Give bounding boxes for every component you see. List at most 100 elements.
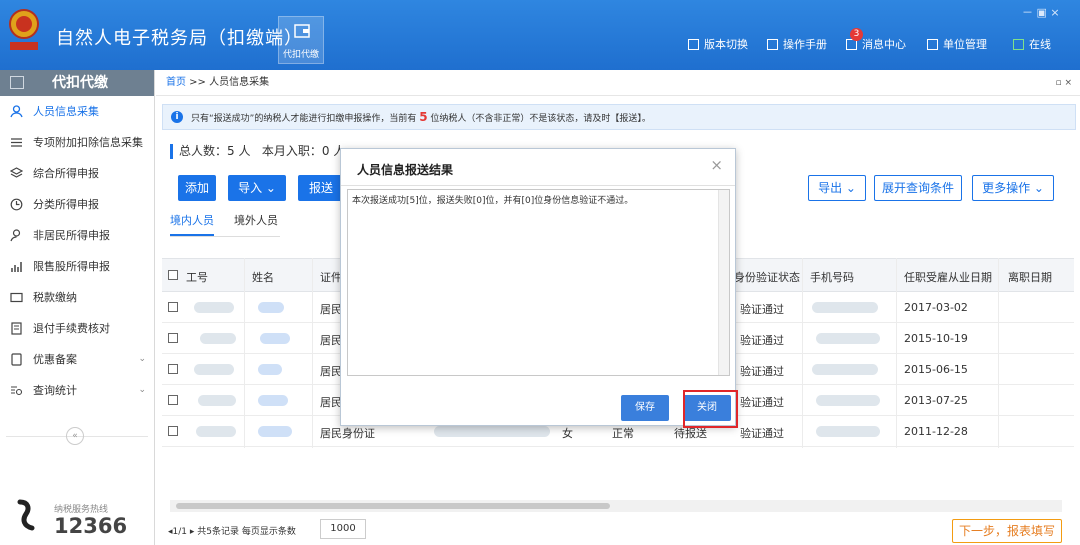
tab-overseas[interactable]: 境外人员	[234, 212, 278, 234]
window-controls[interactable]: － ▣ ×	[1022, 4, 1060, 20]
row-checkbox[interactable]	[168, 302, 178, 312]
notice-bar: i 只有“报送成功”的纳税人才能进行扣缴申报操作，当前有 5 位纳税人（不含非正…	[162, 104, 1076, 130]
bar-chart-icon	[11, 262, 22, 272]
add-button[interactable]: 添加	[178, 175, 216, 201]
wallet-icon	[10, 292, 23, 303]
stats-new-hires: 本月入职：0 人	[261, 144, 346, 158]
next-step-button[interactable]: 下一步，报表填写	[952, 519, 1062, 543]
sidebar-item-classified[interactable]: 分类所得申报	[0, 189, 154, 220]
hire-date: 2015-10-19	[904, 332, 968, 345]
horizontal-scrollbar[interactable]	[170, 500, 1062, 512]
phone-icon	[17, 499, 35, 531]
hire-date: 2013-07-25	[904, 394, 968, 407]
result-textarea[interactable]: 本次报送成功[5]位，报送失败[0]位，并有[0]位身份信息验证不通过。	[347, 189, 730, 376]
scrollbar-thumb[interactable]	[176, 503, 610, 509]
book-icon	[767, 39, 778, 50]
unit-manage-link[interactable]: 单位管理	[927, 36, 987, 52]
verify-status: 验证通过	[740, 365, 784, 378]
breadcrumb-separator: >>	[186, 77, 210, 88]
phone-redacted	[816, 395, 880, 406]
sidebar-item-comprehensive[interactable]: 综合所得申报	[0, 158, 154, 189]
hotline: 纳税服务热线 12366	[14, 498, 149, 538]
clock-icon	[10, 198, 23, 211]
phone-redacted	[816, 333, 880, 344]
textarea-scrollbar[interactable]	[718, 190, 729, 375]
sidebar-item-preferential[interactable]: 优惠备案 ⌄	[0, 344, 154, 375]
row-checkbox[interactable]	[168, 364, 178, 374]
version-switch-link[interactable]: 版本切换	[688, 36, 748, 52]
doc-icon	[688, 39, 699, 50]
list-icon	[11, 138, 22, 147]
name-redacted	[258, 426, 292, 437]
breadcrumb: 首页 >> 人员信息采集 ▫ ×	[156, 70, 1080, 96]
sidebar-item-restricted-stock[interactable]: 限售股所得申报	[0, 251, 154, 282]
sidebar-item-tax-payment[interactable]: 税款缴纳	[0, 282, 154, 313]
verify-status: 验证通过	[740, 396, 784, 409]
expand-query-button[interactable]: 展开查询条件	[874, 175, 962, 201]
result-message: 本次报送成功[5]位，报送失败[0]位，并有[0]位身份信息验证不通过。	[352, 196, 634, 206]
phone-redacted	[816, 426, 880, 437]
search-list-icon	[11, 386, 23, 396]
export-dropdown[interactable]: 导出 ⌄	[808, 175, 866, 201]
sidebar: 代扣代缴 人员信息采集 专项附加扣除信息采集 综合所得申报 分类所得申报 非居民…	[0, 70, 155, 545]
more-actions-dropdown[interactable]: 更多操作 ⌄	[972, 175, 1054, 201]
id-redacted	[194, 302, 234, 313]
online-status-link[interactable]: 在线	[1013, 36, 1051, 52]
name-redacted	[258, 395, 288, 406]
dialog-title: 人员信息报送结果	[357, 163, 454, 177]
row-checkbox[interactable]	[168, 333, 178, 343]
notice-text-pre: 只有“报送成功”的纳税人才能进行扣缴申报操作，当前有	[191, 114, 420, 124]
sidebar-item-refund-fee[interactable]: 退付手续费核对	[0, 313, 154, 344]
sidebar-item-special-deduction[interactable]: 专项附加扣除信息采集	[0, 127, 154, 158]
verify-status: 验证通过	[740, 303, 784, 316]
row-checkbox[interactable]	[168, 426, 178, 436]
dialog-close-icon[interactable]: ×	[710, 156, 723, 174]
hotline-number: 12366	[54, 514, 128, 538]
building-icon	[927, 39, 938, 50]
chevron-down-icon: ⌄	[138, 354, 146, 364]
id-type: 居民	[320, 303, 342, 316]
sidebar-item-query-stats[interactable]: 查询统计 ⌄	[0, 375, 154, 406]
receipt-icon	[11, 322, 22, 335]
notice-text-post: 位纳税人（不含非正常）不是该状态，请及时【报送】。	[427, 114, 651, 124]
select-all-checkbox[interactable]	[168, 270, 178, 280]
manual-link[interactable]: 操作手册	[767, 36, 827, 52]
page-size-input[interactable]: 1000	[320, 519, 366, 539]
highlight-box	[683, 390, 738, 428]
name-redacted	[260, 333, 290, 344]
pager-info: ◂1/1 ▸ 共5条记录 每页显示条数	[168, 527, 296, 537]
id-redacted	[194, 364, 234, 375]
person-icon	[10, 105, 23, 118]
col-name: 姓名	[252, 271, 274, 284]
stats-total: 总人数：5 人	[179, 144, 251, 158]
gender: 女	[562, 427, 573, 440]
breadcrumb-home[interactable]: 首页	[166, 77, 186, 88]
module-icon	[10, 76, 24, 89]
submit-button[interactable]: 报送	[298, 175, 344, 201]
id-redacted	[198, 395, 236, 406]
tab-domestic[interactable]: 境内人员	[170, 212, 214, 236]
message-badge: 3	[850, 28, 863, 41]
sidebar-item-person-info[interactable]: 人员信息采集	[0, 96, 154, 127]
import-dropdown[interactable]: 导入 ⌄	[228, 175, 286, 201]
sidebar-collapse-button[interactable]: «	[66, 427, 84, 445]
submit-result-dialog: 人员信息报送结果 × 本次报送成功[5]位，报送失败[0]位，并有[0]位身份信…	[340, 148, 736, 426]
notice-count: 5	[419, 110, 428, 124]
breadcrumb-current: 人员信息采集	[209, 77, 270, 88]
dialog-divider	[341, 185, 735, 186]
sidebar-item-nonresident[interactable]: 非居民所得申报	[0, 220, 154, 251]
hire-date: 2015-06-15	[904, 363, 968, 376]
title-bar: 自然人电子税务局（扣缴端） 代扣代缴 － ▣ × 版本切换 操作手册 消息中心 …	[0, 0, 1080, 70]
id-redacted	[200, 333, 236, 344]
name-redacted	[258, 302, 284, 313]
col-hire-date: 任职受雇从业日期	[904, 271, 992, 284]
tab-close-icon[interactable]: ▫ ×	[1055, 70, 1072, 96]
row-checkbox[interactable]	[168, 395, 178, 405]
verify-status: 验证通过	[740, 427, 784, 440]
id-redacted	[196, 426, 236, 437]
save-button[interactable]: 保存	[621, 395, 669, 421]
col-phone: 手机号码	[810, 271, 854, 284]
info-icon: i	[171, 111, 183, 123]
monitor-icon	[1013, 39, 1024, 50]
document-icon	[11, 353, 22, 366]
